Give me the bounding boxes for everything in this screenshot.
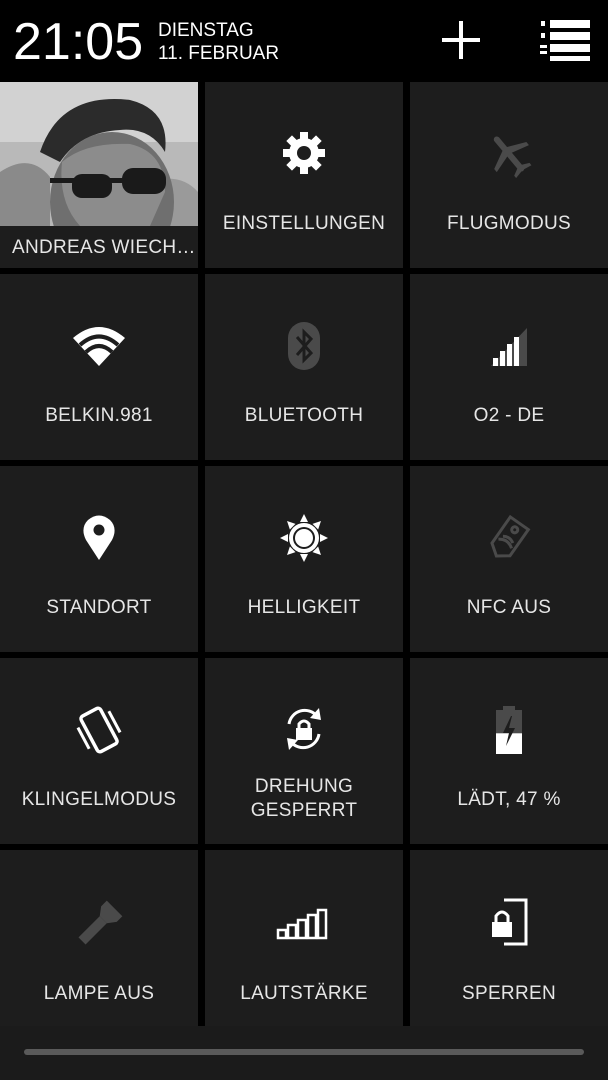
vibrate-icon	[0, 704, 198, 756]
status-bar: 21:05 DIENSTAG 11. FEBRUAR	[0, 0, 608, 82]
tile-label: NFC AUS	[466, 597, 552, 618]
tile-label: O2 - DE	[473, 405, 545, 426]
location-pin-icon	[0, 514, 198, 562]
tile-label: LÄDT, 47 %	[457, 789, 561, 810]
tile-ring-mode[interactable]: KLINGELMODUS	[0, 658, 198, 844]
tile-label: DREHUNG GESPERRT	[250, 776, 358, 821]
tile-wifi[interactable]: BELKIN.981	[0, 274, 198, 460]
tile-bluetooth[interactable]: BLUETOOTH	[205, 274, 403, 460]
panel-handle-area[interactable]	[0, 1026, 608, 1080]
tile-label: BLUETOOTH	[244, 405, 364, 426]
signal-icon	[410, 326, 608, 368]
volume-bars-icon	[205, 908, 403, 940]
nfc-tag-icon	[410, 514, 608, 562]
tile-volume[interactable]: LAUTSTÄRKE	[205, 850, 403, 1026]
quick-settings-grid: ANDREAS WIECH… EINSTELLUNGEN FLUGMODUS B…	[0, 82, 608, 1026]
list-view-icon[interactable]	[534, 14, 594, 66]
profile-name: ANDREAS WIECH…	[12, 237, 196, 258]
tile-battery[interactable]: LÄDT, 47 %	[410, 658, 608, 844]
date-display: DIENSTAG 11. FEBRUAR	[158, 19, 279, 65]
add-icon[interactable]	[431, 14, 491, 66]
tile-location[interactable]: STANDORT	[0, 466, 198, 652]
tile-nfc[interactable]: NFC AUS	[410, 466, 608, 652]
avatar	[0, 82, 198, 226]
tile-label: EINSTELLUNGEN	[222, 213, 386, 234]
wifi-icon	[0, 324, 198, 368]
drag-handle[interactable]	[24, 1049, 584, 1055]
clock: 21:05	[13, 13, 144, 71]
bluetooth-icon	[205, 320, 403, 372]
tile-profile[interactable]: ANDREAS WIECH…	[0, 82, 198, 268]
tile-brightness[interactable]: HELLIGKEIT	[205, 466, 403, 652]
date-label: 11. FEBRUAR	[158, 43, 280, 64]
tile-label: LAMPE AUS	[43, 983, 155, 1004]
brightness-icon	[205, 513, 403, 563]
gear-icon	[205, 130, 403, 176]
airplane-icon	[410, 130, 608, 178]
tile-label: FLUGMODUS	[446, 213, 572, 234]
tile-rotation[interactable]: DREHUNG GESPERRT	[205, 658, 403, 844]
tile-label: LAUTSTÄRKE	[240, 983, 368, 1004]
lock-screen-icon	[410, 898, 608, 946]
tile-label: STANDORT	[46, 597, 152, 618]
tile-label: HELLIGKEIT	[247, 597, 361, 618]
tile-settings[interactable]: EINSTELLUNGEN	[205, 82, 403, 268]
rotation-lock-icon	[205, 704, 403, 754]
tile-mobile-network[interactable]: O2 - DE	[410, 274, 608, 460]
flashlight-icon	[0, 900, 198, 948]
battery-charging-icon	[410, 704, 608, 756]
tile-lock[interactable]: SPERREN	[410, 850, 608, 1026]
tile-label: KLINGELMODUS	[21, 789, 177, 810]
tile-label: SPERREN	[462, 983, 556, 1004]
weekday-label: DIENSTAG	[158, 20, 254, 41]
tile-flashlight[interactable]: LAMPE AUS	[0, 850, 198, 1026]
tile-airplane-mode[interactable]: FLUGMODUS	[410, 82, 608, 268]
tile-label: BELKIN.981	[45, 405, 153, 426]
